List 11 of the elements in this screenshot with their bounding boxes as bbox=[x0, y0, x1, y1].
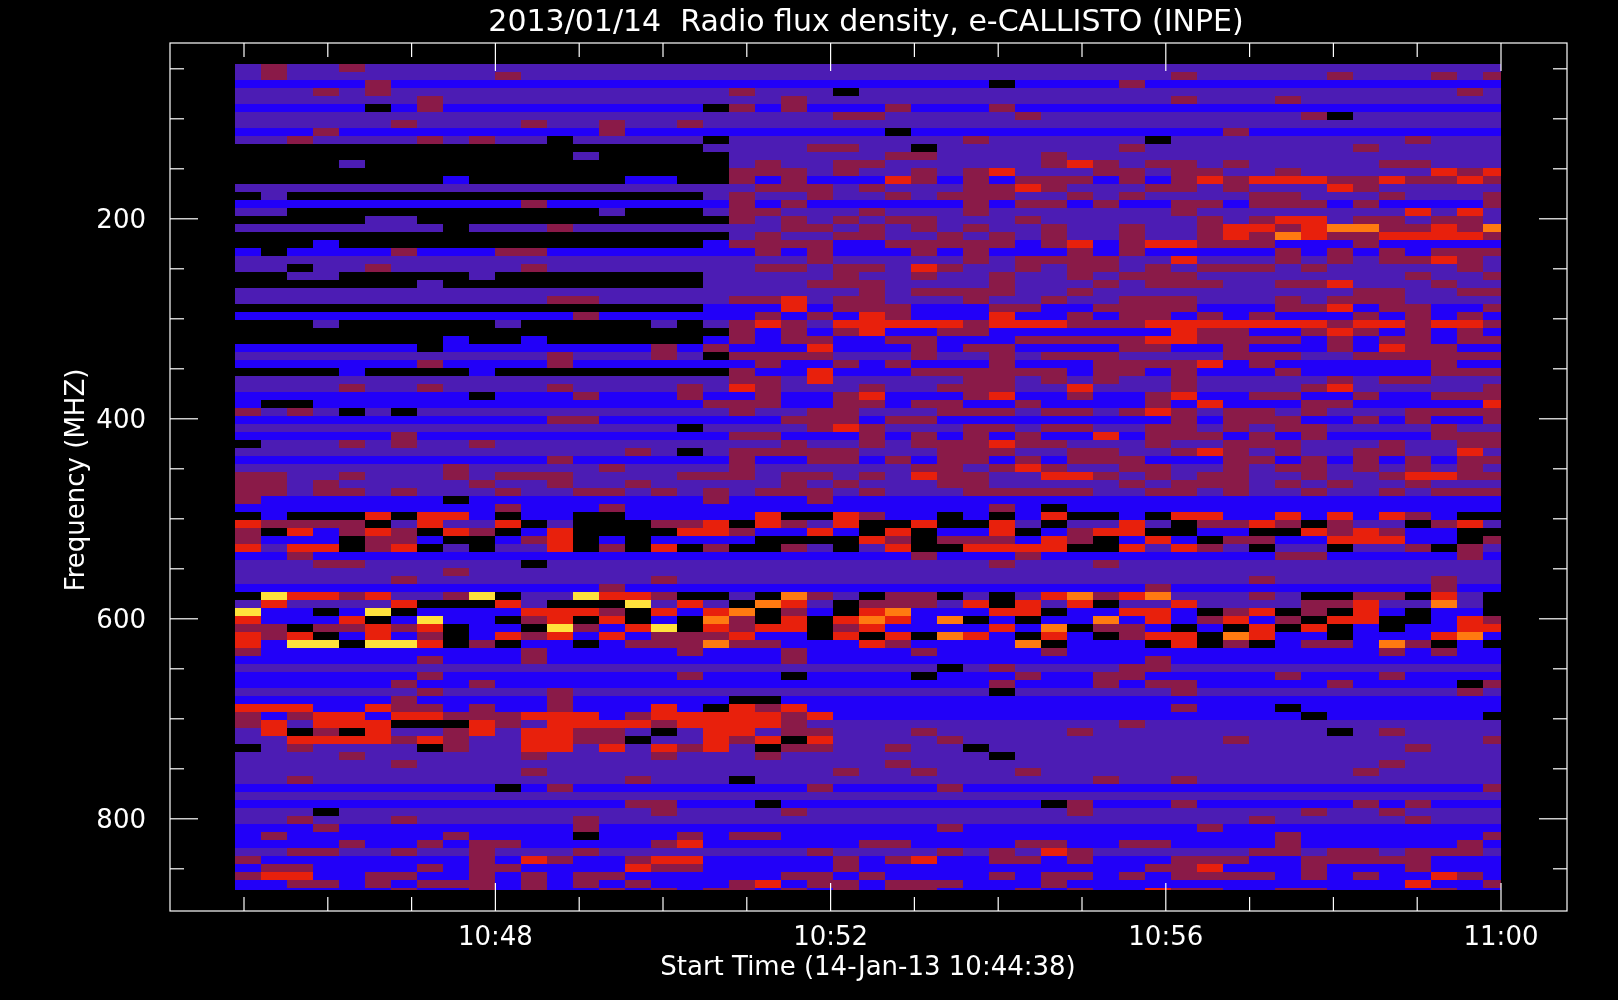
chart-title: 2013/01/14 Radio flux density, e-CALLISTO (INPE) bbox=[488, 3, 1244, 38]
tick-label: 400 bbox=[96, 403, 146, 434]
tick-label: 11:00 bbox=[1463, 921, 1539, 951]
tick-label: 10:52 bbox=[793, 921, 869, 951]
tick-label: 200 bbox=[96, 203, 146, 234]
tick-label: 10:56 bbox=[1128, 921, 1204, 951]
axis-label: Start Time (14-Jan-13 10:44:38) bbox=[660, 951, 1076, 981]
tick-label: 600 bbox=[96, 603, 146, 634]
tick-label: 800 bbox=[96, 803, 146, 834]
tick-label: 10:48 bbox=[457, 921, 533, 951]
axis-label: Frequency (MHZ) bbox=[60, 368, 90, 592]
